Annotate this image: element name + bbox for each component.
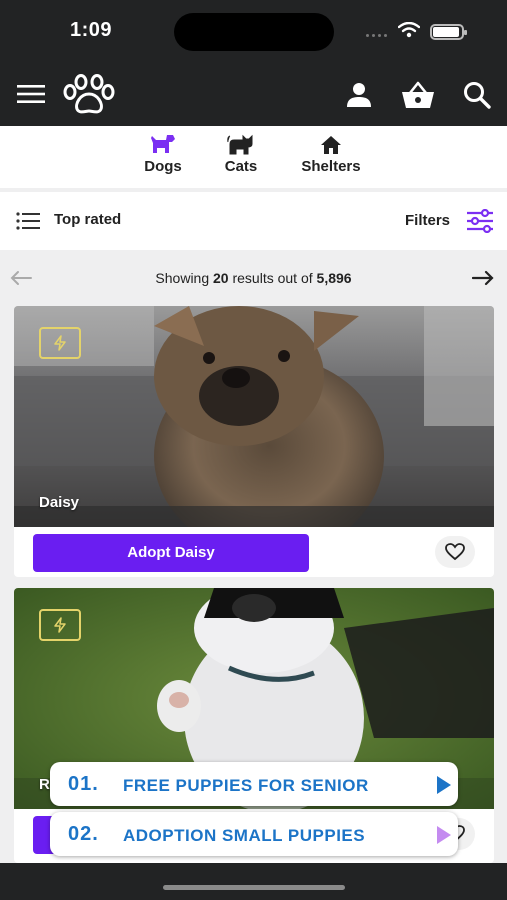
home-indicator[interactable] xyxy=(163,885,345,890)
basket-icon[interactable] xyxy=(400,80,436,110)
ad-link-1[interactable]: 01. FREE PUPPIES FOR SENIOR xyxy=(50,762,458,806)
filters-button[interactable]: Filters xyxy=(405,212,450,229)
results-prefix: Showing xyxy=(155,270,210,286)
play-arrow-icon xyxy=(437,776,451,794)
tab-shelters[interactable]: Shelters xyxy=(295,134,367,175)
ad-number: 01. xyxy=(68,773,99,795)
tab-dogs[interactable]: Dogs xyxy=(140,134,186,175)
status-bar: 1:09 xyxy=(0,0,507,64)
pet-photo[interactable]: Daisy xyxy=(14,306,494,527)
dog-icon xyxy=(151,135,175,153)
sort-button[interactable]: Top rated xyxy=(54,211,121,228)
tab-cats[interactable]: Cats xyxy=(220,134,262,175)
puppy-photo-image xyxy=(14,306,494,527)
lightning-icon xyxy=(54,617,66,633)
lightning-icon xyxy=(54,335,66,351)
dynamic-island xyxy=(174,13,334,51)
app-bar xyxy=(0,64,507,126)
user-icon[interactable] xyxy=(344,80,374,110)
pet-name: R xyxy=(39,776,50,793)
favorite-button[interactable] xyxy=(435,536,475,568)
results-middle: results out of xyxy=(232,270,313,286)
tab-cats-label: Cats xyxy=(224,158,258,175)
adopt-button[interactable]: Adopt Daisy xyxy=(33,534,309,572)
results-shown-count: 20 xyxy=(213,270,229,286)
tab-shelters-label: Shelters xyxy=(301,158,361,175)
wifi-icon xyxy=(398,22,420,38)
pet-name: Daisy xyxy=(39,494,80,511)
list-icon[interactable] xyxy=(16,212,40,230)
cellular-signal-icon xyxy=(366,34,388,38)
next-page-arrow-icon[interactable] xyxy=(472,270,494,286)
ad-link-2[interactable]: 02. ADOPTION SMALL PUPPIES xyxy=(50,812,458,856)
home-indicator-area xyxy=(0,863,507,900)
featured-badge xyxy=(39,327,81,359)
pagination: Showing 20 results out of 5,896 xyxy=(0,258,507,300)
status-time: 1:09 xyxy=(70,19,113,41)
ad-number: 02. xyxy=(68,823,99,845)
heart-icon xyxy=(445,543,465,561)
ad-text: ADOPTION SMALL PUPPIES xyxy=(123,826,366,845)
paw-logo-icon[interactable] xyxy=(62,74,116,116)
play-arrow-icon xyxy=(437,826,451,844)
filters-sliders-icon[interactable] xyxy=(466,209,494,233)
sort-filter-bar: Top rated Filters xyxy=(0,192,507,250)
cat-icon xyxy=(227,134,253,155)
tab-dogs-label: Dogs xyxy=(144,158,182,175)
search-icon[interactable] xyxy=(462,80,492,110)
battery-icon xyxy=(430,24,467,40)
results-summary: Showing 20 results out of 5,896 xyxy=(0,270,507,286)
featured-badge xyxy=(39,609,81,641)
ad-text: FREE PUPPIES FOR SENIOR xyxy=(123,776,369,795)
hamburger-menu-icon[interactable] xyxy=(17,84,45,104)
pet-card[interactable]: Daisy Adopt Daisy xyxy=(14,306,494,577)
results-total-count: 5,896 xyxy=(316,270,352,286)
category-tabs: Dogs Cats Shelters xyxy=(0,126,507,188)
house-icon xyxy=(321,136,341,154)
